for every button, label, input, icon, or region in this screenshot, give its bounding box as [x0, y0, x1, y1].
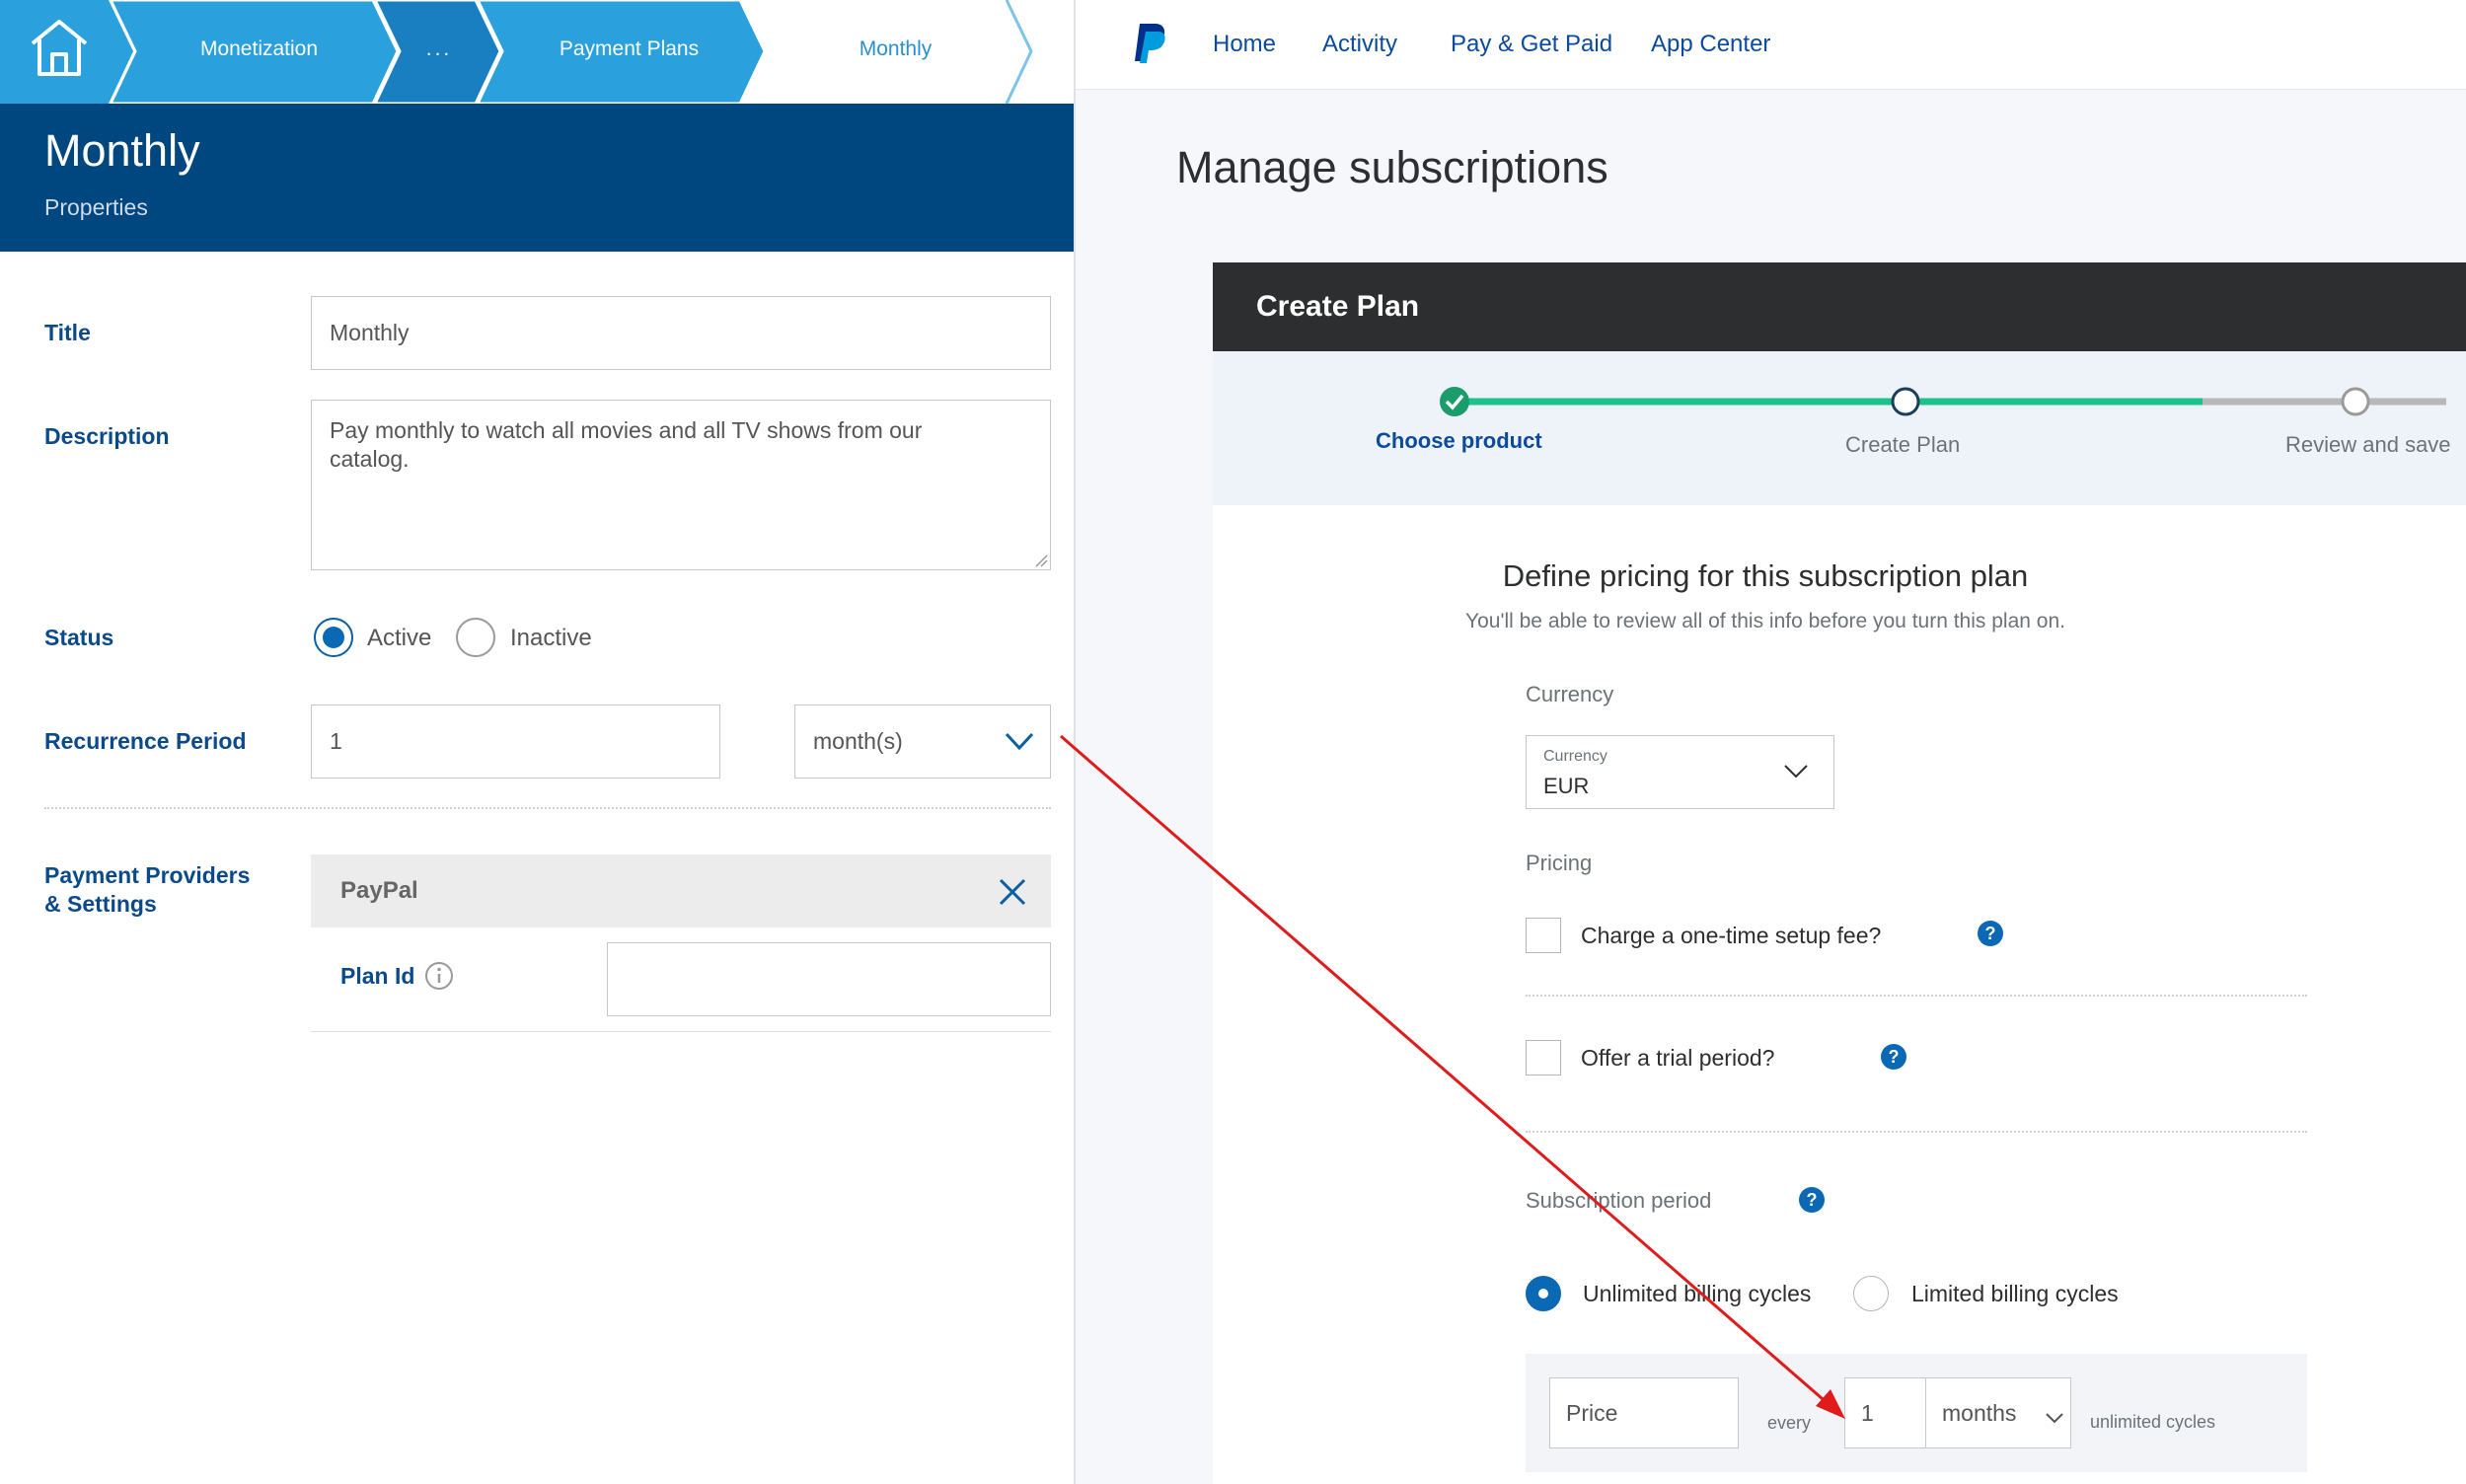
limited-cycles-label: Limited billing cycles	[1911, 1281, 2119, 1306]
provider-divider	[311, 1031, 1051, 1032]
stepper-track	[1455, 398, 2446, 406]
page-subtitle: Properties	[44, 194, 148, 220]
nav-home[interactable]: Home	[1213, 31, 1276, 58]
breadcrumb-monetization[interactable]: Monetization	[138, 37, 380, 61]
title-label: Title	[44, 320, 91, 345]
currency-select-value: EUR	[1543, 774, 1590, 798]
recurrence-unit-select[interactable]: month(s)	[794, 705, 1051, 779]
setup-fee-checkbox[interactable]	[1526, 918, 1561, 953]
pricing-section-title: Define pricing for this subscription pla…	[1502, 558, 2029, 593]
nav-activity[interactable]: Activity	[1322, 31, 1397, 58]
info-icon[interactable]	[424, 961, 454, 991]
breadcrumb-monthly: Monthly	[859, 37, 933, 60]
check-circle-icon	[1440, 387, 1469, 416]
trial-period-checkbox[interactable]	[1526, 1040, 1561, 1076]
create-plan-title: Create Plan	[1256, 290, 1420, 323]
description-label: Description	[44, 423, 170, 449]
resize-handle-icon[interactable]	[1034, 554, 1048, 567]
trial-period-label: Offer a trial period?	[1581, 1045, 1775, 1071]
pricing-section-subtitle: You'll be able to review all of this inf…	[1465, 610, 2065, 632]
pending-step-icon	[2341, 387, 2370, 416]
breadcrumb: Monetization ... Payment Plans Monthly	[0, 0, 1074, 104]
recurrence-value-input[interactable]: 1	[311, 705, 720, 779]
step-create-plan: Create Plan	[1845, 432, 1961, 457]
status-label: Status	[44, 625, 114, 650]
top-navigation: Home Activity Pay & Get Paid App Center	[1076, 0, 2466, 90]
price-input[interactable]: Price	[1549, 1377, 1739, 1448]
unlimited-cycles-radio[interactable]	[1526, 1276, 1561, 1311]
billing-cycle-row: Price every 1 months unlimited cycles	[1526, 1354, 2307, 1472]
interval-input[interactable]: 1	[1844, 1377, 1927, 1448]
help-icon[interactable]: ?	[1978, 921, 2003, 946]
description-textarea[interactable]: Pay monthly to watch all movies and all …	[311, 400, 1051, 570]
title-input[interactable]: Monthly	[311, 296, 1051, 370]
close-icon[interactable]	[999, 878, 1026, 906]
breadcrumb-ellipsis[interactable]: ...	[400, 37, 479, 61]
current-step-icon	[1891, 387, 1920, 416]
currency-select[interactable]: Currency EUR	[1526, 735, 1834, 809]
provider-name: PayPal	[340, 877, 418, 904]
plan-id-input[interactable]	[607, 942, 1051, 1016]
trial-divider	[1526, 1131, 2307, 1133]
recurrence-period-label: Recurrence Period	[44, 728, 247, 754]
unlimited-cycles-label: Unlimited billing cycles	[1583, 1281, 1812, 1306]
create-plan-bar: Create Plan	[1213, 262, 2466, 351]
cycles-label: unlimited cycles	[2090, 1412, 2216, 1432]
cms-panel: Monetization ... Payment Plans Monthly M…	[0, 0, 1074, 1484]
chevron-down-icon	[2046, 1413, 2063, 1424]
help-icon[interactable]: ?	[1881, 1044, 1906, 1070]
subscription-period-heading: Subscription period	[1526, 1188, 1712, 1213]
progress-stepper: Choose product Create Plan Review and sa…	[1213, 351, 2466, 505]
status-active-label: Active	[367, 625, 432, 651]
pricing-divider	[1526, 995, 2307, 997]
chevron-down-icon	[1784, 765, 1808, 779]
help-icon[interactable]: ?	[1799, 1187, 1825, 1213]
step-choose-product[interactable]: Choose product	[1376, 428, 1542, 454]
recurrence-unit-value: month(s)	[813, 728, 903, 754]
every-label: every	[1767, 1413, 1812, 1433]
pricing-heading: Pricing	[1526, 851, 1593, 875]
payment-providers-label: Payment Providers	[44, 862, 251, 888]
payment-providers-label-line2: & Settings	[44, 891, 157, 917]
status-inactive-radio[interactable]	[456, 618, 495, 657]
pricing-card: Define pricing for this subscription pla…	[1213, 505, 2466, 1484]
manage-subscriptions-title: Manage subscriptions	[1176, 142, 1608, 192]
page-header: Monthly Properties	[0, 104, 1074, 252]
interval-unit-select[interactable]: months	[1925, 1377, 2071, 1448]
interval-unit-value: months	[1942, 1399, 2017, 1426]
paypal-panel: Home Activity Pay & Get Paid App Center …	[1074, 0, 2466, 1484]
currency-heading: Currency	[1526, 682, 1614, 706]
setup-fee-label: Charge a one-time setup fee?	[1581, 923, 1882, 948]
chevron-down-icon	[1005, 732, 1034, 751]
page-title: Monthly	[44, 125, 200, 176]
nav-app-center[interactable]: App Center	[1651, 31, 1770, 58]
limited-cycles-radio[interactable]	[1853, 1276, 1889, 1311]
status-inactive-label: Inactive	[510, 625, 592, 651]
description-text: Pay monthly to watch all movies and all …	[330, 417, 923, 472]
status-active-radio[interactable]	[314, 618, 353, 657]
provider-row-paypal: PayPal	[311, 854, 1051, 928]
paypal-logo-icon[interactable]	[1132, 22, 1167, 65]
divider	[44, 807, 1051, 809]
plan-id-label: Plan Id	[340, 963, 415, 989]
step-review-and-save: Review and save	[2285, 432, 2451, 457]
nav-pay-get-paid[interactable]: Pay & Get Paid	[1451, 31, 1612, 58]
breadcrumb-payment-plans[interactable]: Payment Plans	[503, 37, 755, 61]
currency-select-label: Currency	[1543, 748, 1607, 765]
